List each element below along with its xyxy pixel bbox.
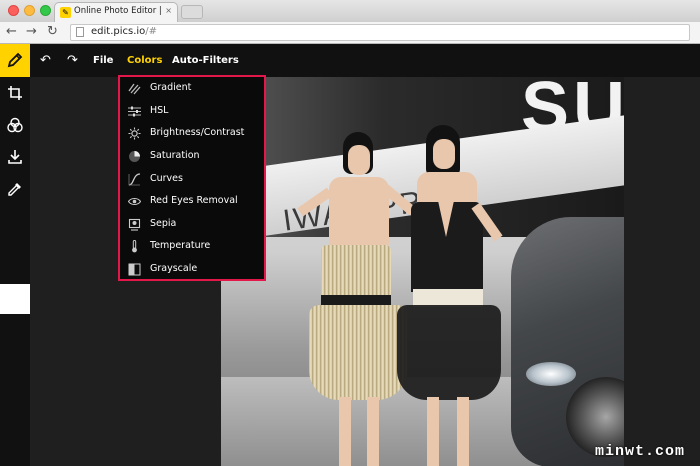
watermark: minwt.com [595, 443, 686, 460]
thermometer-icon [132, 240, 137, 253]
tab-close-button[interactable]: × [165, 6, 172, 15]
model-left-torso [329, 177, 389, 247]
menu-item-label: Sepia [150, 218, 177, 229]
colors-dropdown: Gradient HSL Brightness/Contrast Saturat… [118, 75, 266, 281]
color-swatch[interactable] [0, 284, 30, 314]
model-left-face [348, 145, 370, 175]
url-text: edit.pics.io/# [91, 26, 157, 37]
menu-item-hsl[interactable]: HSL [120, 101, 264, 123]
photo-canvas[interactable]: SUC IWAN PR [221, 77, 624, 466]
zoom-window-button[interactable] [40, 5, 51, 16]
menu-auto-filters[interactable]: Auto-Filters [172, 44, 239, 77]
menu-item-label: Grayscale [150, 263, 198, 274]
back-button[interactable]: ← [6, 24, 17, 40]
menu-item-sepia[interactable]: Sepia [120, 214, 264, 236]
redo-button[interactable]: ↷ [67, 44, 78, 77]
crop-icon[interactable] [7, 85, 23, 101]
menu-item-gradient[interactable]: Gradient [120, 78, 264, 100]
browser-tab[interactable]: ✎ Online Photo Editor | Edit... × [54, 2, 178, 22]
model-left-leg-left [339, 397, 351, 466]
tab-title: Online Photo Editor | Edit... [74, 6, 164, 16]
address-bar[interactable]: edit.pics.io/# [70, 24, 690, 41]
photo-car-headlight [526, 362, 576, 386]
model-right-skirt [397, 305, 501, 400]
hsl-sliders-icon [128, 106, 141, 117]
grayscale-icon [128, 263, 141, 276]
menu-item-label: Saturation [150, 150, 200, 161]
minimize-window-button[interactable] [24, 5, 35, 16]
model-left-belt [321, 295, 391, 305]
menu-item-label: Red Eyes Removal [150, 195, 238, 206]
draw-tool-button[interactable] [0, 44, 30, 77]
reload-button[interactable]: ↻ [47, 24, 58, 40]
favicon-icon: ✎ [60, 7, 71, 18]
curves-icon [128, 173, 141, 186]
eye-icon [128, 197, 141, 206]
eyedropper-icon[interactable] [7, 181, 23, 197]
pencil-icon [7, 52, 23, 68]
undo-button[interactable]: ↶ [40, 44, 51, 77]
menu-item-label: Temperature [150, 240, 211, 251]
close-window-button[interactable] [8, 5, 19, 16]
menu-item-label: Curves [150, 173, 183, 184]
saturation-icon [129, 151, 140, 162]
model-left-skirt [309, 305, 407, 400]
model-right-leg-left [427, 397, 439, 466]
menu-item-label: HSL [150, 105, 169, 116]
menu-item-brightness-contrast[interactable]: Brightness/Contrast [120, 123, 264, 145]
model-right-leg-right [457, 397, 469, 466]
sun-icon [128, 127, 141, 140]
url-domain: edit.pics.io [91, 26, 146, 37]
filters-icon[interactable] [7, 117, 23, 133]
menu-item-label: Gradient [150, 82, 192, 93]
sepia-icon [128, 218, 141, 231]
browser-titlebar: ✎ Online Photo Editor | Edit... × [0, 0, 700, 22]
menu-item-saturation[interactable]: Saturation [120, 146, 264, 168]
model-left-leg-right [367, 397, 379, 466]
model-right-face [433, 139, 455, 169]
url-path: /# [145, 26, 158, 37]
gradient-icon [128, 83, 141, 95]
new-tab-button[interactable] [181, 5, 203, 19]
tool-sidebar [0, 77, 30, 466]
model-left-dress-top [321, 245, 391, 297]
page-icon [76, 27, 84, 37]
menu-file[interactable]: File [93, 44, 113, 77]
menu-colors[interactable]: Colors [127, 44, 162, 77]
browser-toolbar: ← → ↻ edit.pics.io/# [0, 22, 700, 44]
menu-item-grayscale[interactable]: Grayscale [120, 259, 264, 281]
menu-item-curves[interactable]: Curves [120, 169, 264, 191]
menu-item-temperature[interactable]: Temperature [120, 236, 264, 258]
menu-item-label: Brightness/Contrast [150, 127, 245, 138]
menu-item-red-eyes-removal[interactable]: Red Eyes Removal [120, 191, 264, 213]
download-icon[interactable] [7, 149, 23, 165]
forward-button[interactable]: → [26, 24, 37, 40]
